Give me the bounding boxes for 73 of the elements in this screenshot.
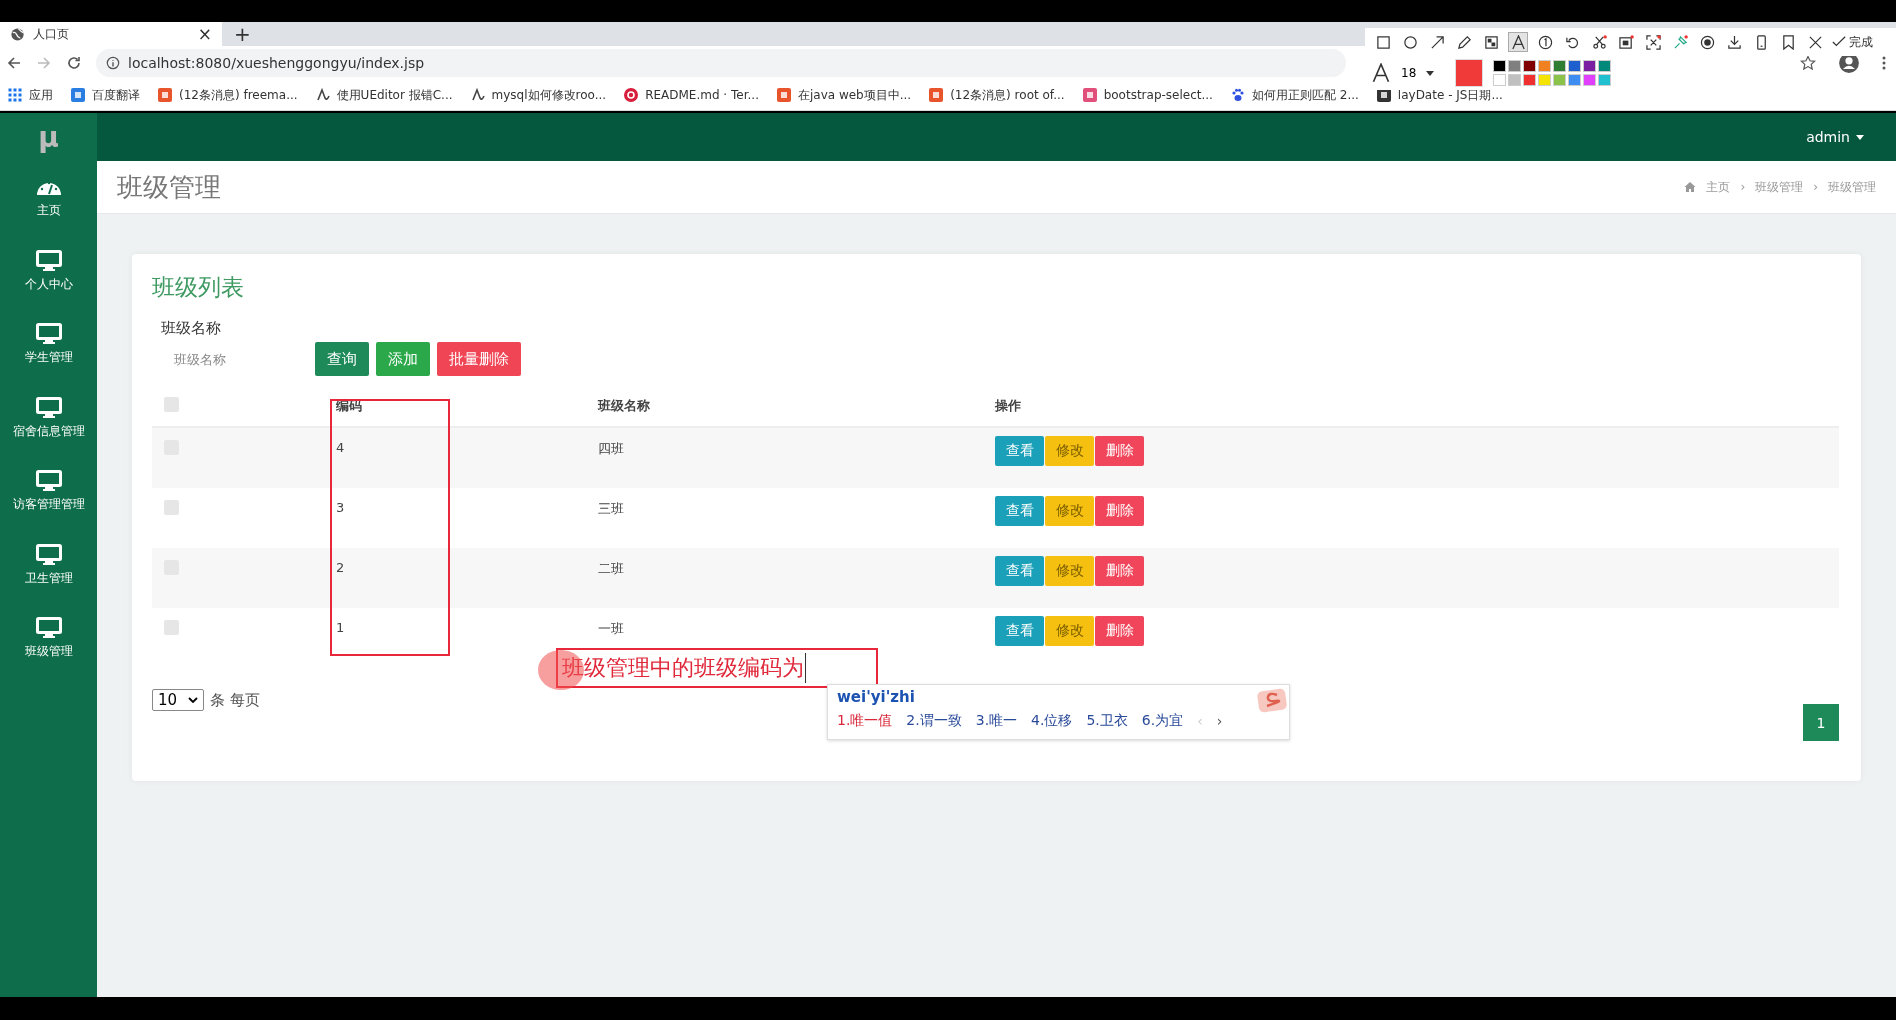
toolbar-button[interactable]: 批量删除 (437, 342, 521, 376)
table-cell: 3 (336, 500, 345, 515)
font-size-select[interactable]: 18 (1401, 66, 1445, 80)
bookmark[interactable]: 使用UEditor 报错C... (315, 86, 453, 104)
breadcrumb-separator: › (1813, 180, 1818, 194)
sidebar-item[interactable]: 主页 (0, 161, 97, 235)
sidebar-item[interactable]: 个人中心 (0, 234, 97, 308)
tab-title: 人口页 (33, 25, 70, 43)
table-cell: 三班 (598, 501, 624, 516)
bookmark-label: (12条消息) root of... (950, 86, 1065, 104)
row-action-button[interactable]: 修改 (1045, 496, 1094, 526)
close-tab-button[interactable]: × (197, 25, 212, 43)
done-button[interactable]: 完成 (1832, 33, 1873, 51)
column-header: 班级名称 (598, 398, 650, 413)
bookmark-label: 使用UEditor 报错C... (336, 86, 453, 104)
address-bar[interactable]: localhost:8080/xueshenggongyu/index.jsp (96, 49, 1346, 77)
bookmark-label: layDate - JS日期... (1397, 86, 1503, 104)
table-cell: 2 (336, 560, 345, 575)
row-action-button[interactable]: 修改 (1045, 556, 1094, 586)
page-button[interactable]: 1 (1803, 704, 1839, 741)
breadcrumb-item: 班级管理 (1828, 178, 1876, 196)
toolbar-button[interactable]: 查询 (315, 342, 369, 376)
ime-input-text: wei'yi'zhi (837, 688, 915, 706)
filter-label: 班级名称 (161, 319, 222, 338)
bookmark[interactable]: 应用 (8, 86, 53, 104)
bookmark-label: mysql如何修改roo... (491, 86, 607, 104)
row-action-button[interactable]: 删除 (1095, 616, 1144, 646)
ime-candidate[interactable]: 1.唯一值 (837, 712, 893, 730)
row-action-button[interactable]: 删除 (1095, 496, 1144, 526)
new-tab-button[interactable]: + (234, 24, 251, 44)
ime-next-button[interactable]: › (1216, 713, 1223, 729)
bookmark-label: 如何用正则匹配 2... (1251, 86, 1359, 104)
browser-tab[interactable]: 人口页 × (0, 22, 222, 46)
row-action-button[interactable]: 修改 (1045, 436, 1094, 466)
table-cell: 一班 (598, 621, 624, 636)
bookmark-label: 应用 (29, 86, 53, 104)
logo: μ (38, 119, 59, 156)
bookmark-label: README.md · Ter... (645, 88, 759, 102)
sidebar-item[interactable]: 访客管理管理 (0, 455, 97, 529)
page-size-select[interactable]: 10 (152, 689, 204, 711)
ime-candidate[interactable]: 6.为宜 (1141, 712, 1184, 730)
row-action-button[interactable]: 修改 (1045, 616, 1094, 646)
sidebar-item[interactable]: 班级管理 (0, 602, 97, 676)
bookmark[interactable]: 在java web项目中... (776, 86, 912, 104)
bookmark-label: 百度翻译 (92, 86, 140, 104)
user-menu[interactable]: admin (1806, 129, 1864, 145)
bookmark[interactable]: README.md · Ter... (624, 88, 759, 102)
bookmark[interactable]: (12条消息) root of... (929, 86, 1065, 104)
card-title: 班级列表 (152, 273, 245, 302)
bookmark[interactable]: mysql如何修改roo... (470, 86, 607, 104)
table-cell: 四班 (598, 441, 624, 456)
page-title: 班级管理 (117, 170, 221, 204)
row-action-button[interactable]: 删除 (1095, 436, 1144, 466)
sidebar-item[interactable]: 卫生管理 (0, 528, 97, 602)
breadcrumb-separator: › (1740, 180, 1746, 194)
sidebar-item[interactable]: 宿舍信息管理 (0, 381, 97, 455)
table-cell: 1 (336, 620, 345, 635)
page-size-label: 条 每页 (210, 690, 260, 710)
bookmark[interactable]: bootstrap-select... (1082, 88, 1213, 102)
bookmark[interactable]: 百度翻译 (71, 86, 140, 104)
bookmark[interactable]: 如何用正则匹配 2... (1230, 86, 1359, 104)
row-action-button[interactable]: 删除 (1095, 556, 1144, 586)
url-text: localhost:8080/xueshenggongyu/index.jsp (128, 55, 425, 71)
ime-candidate[interactable]: 5.卫衣 (1086, 712, 1128, 730)
bookmark-label: bootstrap-select... (1103, 88, 1213, 102)
column-header: 操作 (995, 398, 1021, 413)
ime-candidate[interactable]: 2.谓一致 (906, 712, 962, 730)
table-cell: 4 (336, 440, 345, 455)
ime-candidate[interactable]: 4.位移 (1031, 712, 1073, 730)
bookmark-label: 在java web项目中... (797, 86, 912, 104)
sidebar-item[interactable]: 学生管理 (0, 308, 97, 382)
ime-candidate[interactable]: 3.唯一 (975, 712, 1018, 730)
table-cell: 二班 (598, 561, 624, 576)
